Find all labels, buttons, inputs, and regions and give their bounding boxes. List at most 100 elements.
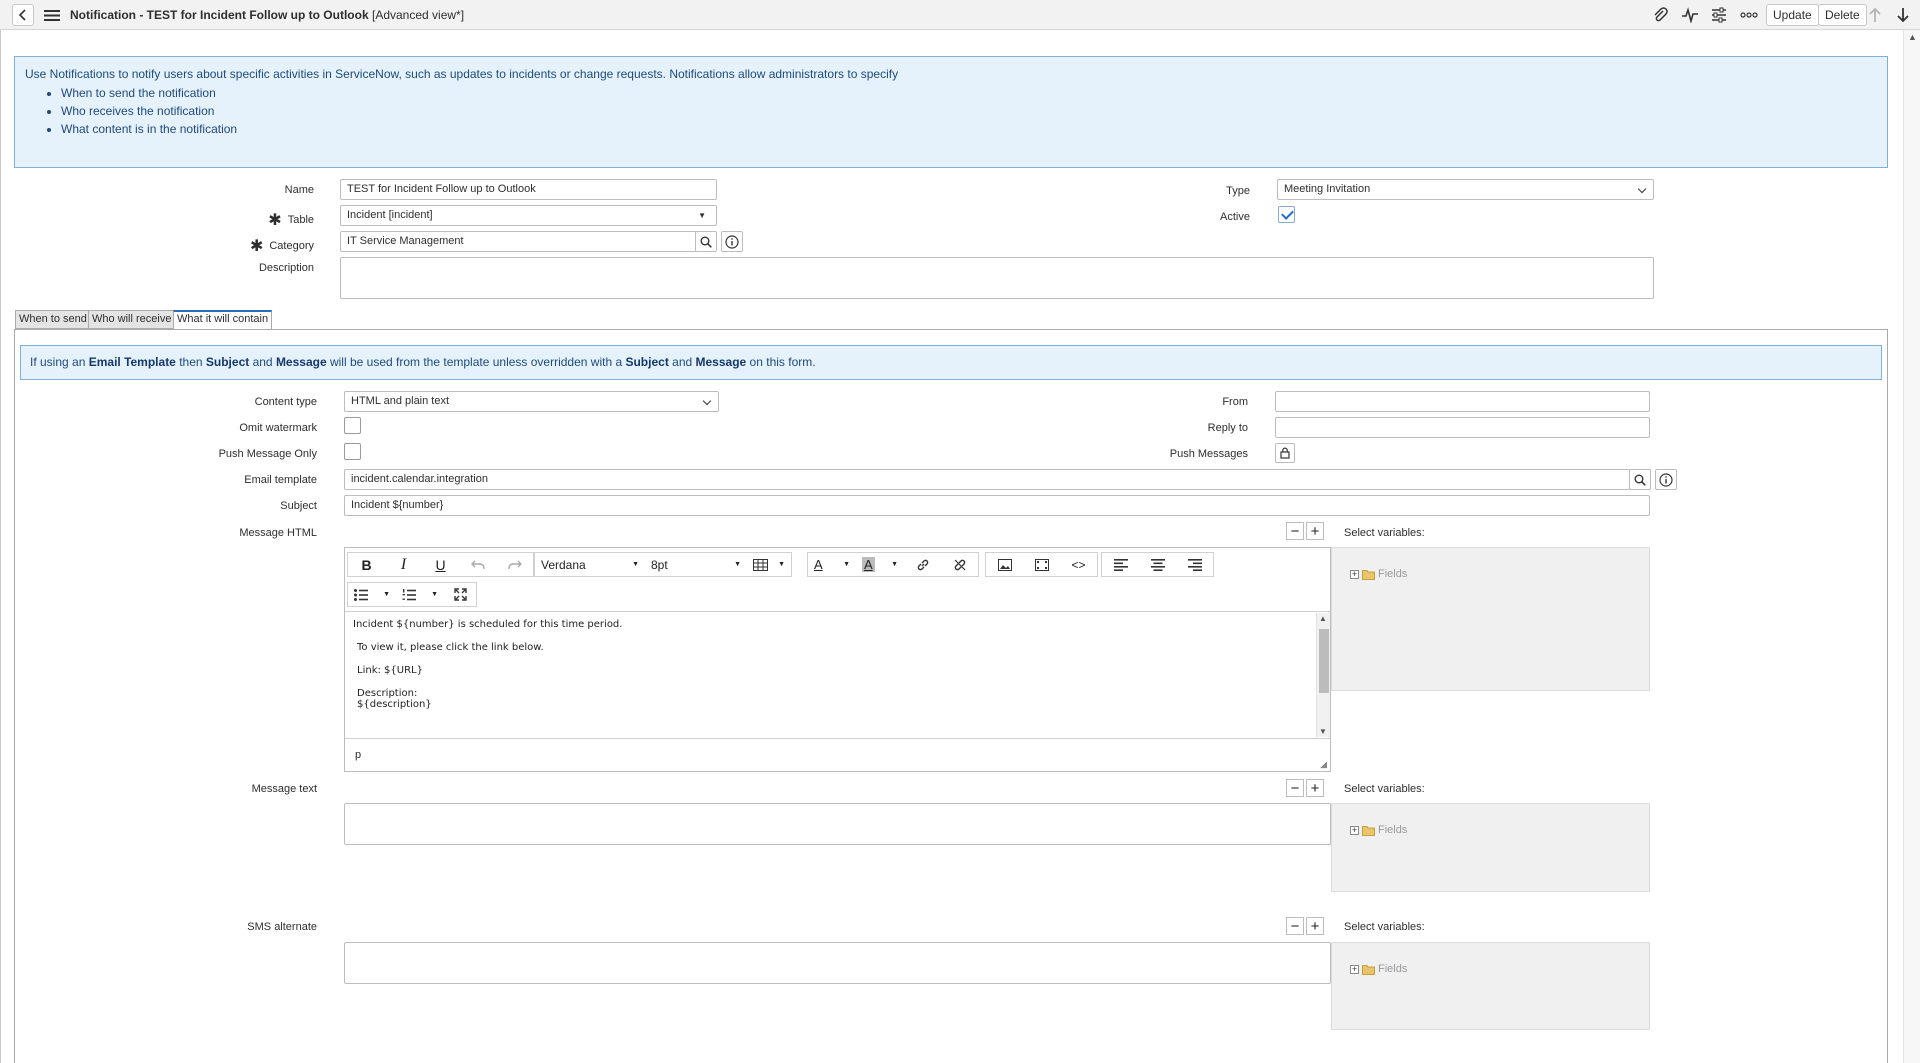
email-template-input[interactable]: incident.calendar.integration (344, 469, 1630, 490)
underline-button[interactable]: U (422, 553, 459, 576)
insert-image-button[interactable] (986, 553, 1023, 576)
email-template-info-button[interactable] (1655, 469, 1677, 490)
push-messages-label: Push Messages (1169, 448, 1248, 460)
source-code-button[interactable]: <> (1060, 553, 1097, 576)
font-family-select[interactable]: Verdana ▼ (535, 553, 645, 576)
left-border (0, 30, 1, 1063)
info-bullet: When to send the notification (61, 86, 1877, 100)
content-line: Description: (357, 688, 418, 699)
omit-watermark-checkbox[interactable] (344, 417, 361, 434)
content-type-select[interactable]: HTML and plain text (344, 391, 719, 412)
message-text-collapse-button[interactable]: − (1286, 779, 1304, 797)
back-button[interactable] (12, 4, 34, 26)
message-html-expand-button[interactable]: + (1306, 522, 1324, 540)
form-header: Notification - TEST for Incident Follow … (0, 0, 1920, 30)
align-right-button[interactable] (1176, 553, 1213, 576)
message-text-expand-button[interactable]: + (1306, 779, 1324, 797)
fullscreen-icon (453, 588, 467, 601)
message-html-collapse-button[interactable]: − (1286, 522, 1304, 540)
active-checkbox[interactable] (1278, 206, 1295, 223)
update-button[interactable]: Update (1766, 4, 1819, 26)
sms-alternate-textarea[interactable] (344, 942, 1331, 984)
element-path[interactable]: p (355, 749, 361, 761)
insert-link-button[interactable] (904, 553, 941, 576)
folder-icon (1362, 569, 1375, 580)
redo-icon (507, 560, 522, 569)
table-label: ✱ Table (200, 208, 314, 229)
email-template-label: Email template (244, 474, 317, 486)
category-info-button[interactable] (721, 231, 743, 252)
align-center-button[interactable] (1139, 553, 1176, 576)
subject-input[interactable]: Incident ${number} (344, 495, 1650, 516)
remove-link-button[interactable] (941, 553, 978, 576)
attachment-button[interactable] (1651, 6, 1669, 24)
bold-button[interactable]: B (348, 553, 385, 576)
name-label: Name (284, 184, 314, 196)
arrow-down-icon (1897, 8, 1909, 23)
scroll-up-icon: ▲ (1908, 32, 1917, 42)
page-scrollbar[interactable]: ▲ (1903, 30, 1920, 1063)
category-input[interactable]: IT Service Management (340, 231, 697, 252)
editor-content[interactable]: Incident ${number} is scheduled for this… (345, 613, 1315, 737)
more-options-button[interactable] (1740, 6, 1758, 24)
push-only-checkbox[interactable] (344, 443, 361, 460)
category-label-text: Category (269, 240, 314, 252)
sms-collapse-button[interactable]: − (1286, 917, 1304, 935)
category-lookup-button[interactable] (695, 231, 717, 252)
previous-record-button[interactable] (1866, 6, 1884, 24)
font-size-value: 8pt (651, 557, 668, 572)
insert-video-button[interactable] (1023, 553, 1060, 576)
resize-grip-icon[interactable]: ◢ (1320, 759, 1327, 770)
description-textarea[interactable] (340, 257, 1654, 299)
expand-node-icon[interactable]: + (1350, 964, 1359, 974)
editor-scrollbar[interactable]: ▲ ▼ (1316, 613, 1330, 737)
fullscreen-button[interactable] (444, 583, 476, 606)
tab-when-to-send[interactable]: When to send (15, 310, 91, 329)
editor-scroll-thumb[interactable] (1319, 629, 1329, 693)
fields-tree-node[interactable]: + Fields (1350, 568, 1407, 580)
bullet-list-button[interactable]: ▼ (348, 583, 396, 606)
italic-button[interactable]: I (385, 553, 422, 576)
expand-node-icon[interactable]: + (1350, 825, 1359, 835)
from-input[interactable] (1275, 391, 1650, 412)
subject-label: Subject (280, 500, 317, 512)
redo-button[interactable] (496, 553, 533, 576)
email-template-lookup-button[interactable] (1629, 469, 1651, 490)
table-insert-button[interactable]: ▼ (747, 553, 791, 576)
notice-text: then (175, 355, 206, 369)
info-bullet: What content is in the notification (61, 122, 1877, 136)
personalize-form-button[interactable] (1710, 6, 1728, 24)
numbered-list-button[interactable]: ▼ (396, 583, 444, 606)
from-label: From (1222, 396, 1248, 408)
minus-icon: − (1290, 917, 1300, 935)
activity-button[interactable] (1681, 6, 1699, 24)
sms-expand-button[interactable]: + (1306, 917, 1324, 935)
next-record-button[interactable] (1894, 6, 1912, 24)
delete-button[interactable]: Delete (1818, 4, 1867, 26)
caret-down-icon: ▼ (431, 591, 438, 598)
expand-node-icon[interactable]: + (1350, 569, 1359, 579)
type-select[interactable]: Meeting Invitation (1277, 179, 1654, 200)
reply-to-label: Reply to (1207, 422, 1248, 434)
fields-tree-node[interactable]: + Fields (1350, 963, 1407, 975)
select-variables-label: Select variables: (1344, 527, 1425, 539)
font-size-select[interactable]: 8pt ▼ (645, 553, 747, 576)
background-color-button[interactable]: A ▼ (856, 553, 904, 576)
align-left-button[interactable] (1102, 553, 1139, 576)
image-icon (997, 558, 1012, 571)
content-line: Incident ${number} is scheduled for this… (353, 619, 623, 630)
message-text-textarea[interactable] (344, 803, 1331, 845)
name-input[interactable]: TEST for Incident Follow up to Outlook (340, 179, 717, 200)
context-menu-button[interactable] (43, 6, 61, 24)
tab-who-will-receive[interactable]: Who will receive (88, 310, 176, 329)
notice-bold: Subject (625, 355, 669, 369)
table-select[interactable]: Incident [incident] (340, 205, 717, 226)
plus-icon: + (1310, 522, 1320, 540)
undo-button[interactable] (459, 553, 496, 576)
active-label: Active (1220, 211, 1250, 223)
reply-to-input[interactable] (1275, 417, 1650, 438)
push-messages-lock-button[interactable] (1275, 443, 1295, 463)
tab-what-it-will-contain[interactable]: What it will contain (173, 310, 273, 330)
fields-tree-node[interactable]: + Fields (1350, 824, 1407, 836)
text-color-button[interactable]: A ▼ (808, 553, 856, 576)
